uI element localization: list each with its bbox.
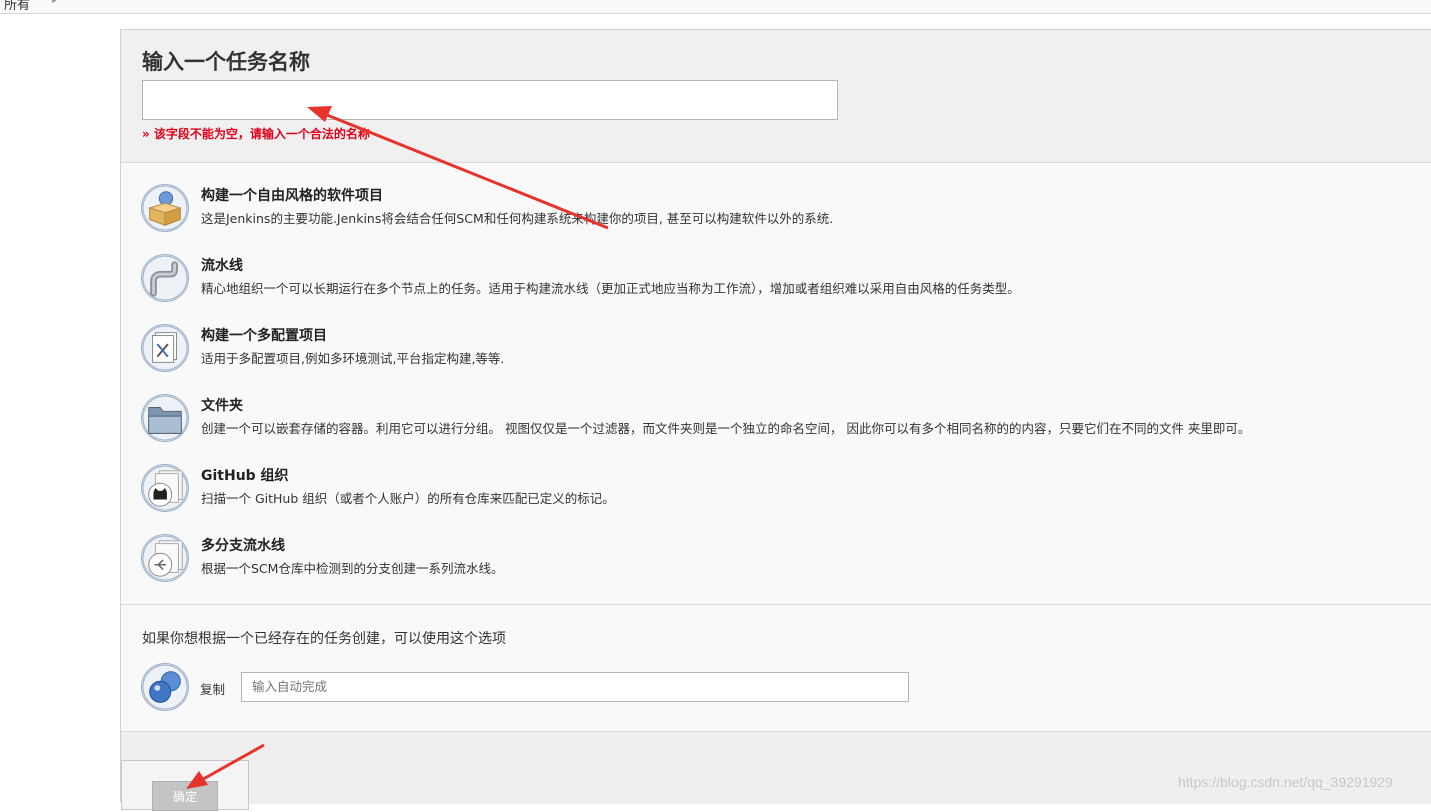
ok-button[interactable]: 确定	[152, 781, 218, 811]
type-description: 扫描一个 GitHub 组织（或者个人账户）的所有仓库来匹配已定义的标记。	[201, 491, 615, 506]
form-footer: 确定	[121, 731, 1431, 811]
type-description: 根据一个SCM仓库中检测到的分支创建一系列流水线。	[201, 561, 504, 576]
new-item-panel: 输入一个任务名称 » 该字段不能为空，请输入一个合法的名称 构建一个自由风格的软…	[120, 29, 1431, 811]
page-title: 输入一个任务名称	[142, 50, 310, 74]
top-breadcrumb-bar: 所有 ▸	[0, 0, 1431, 14]
multibranch-pipeline-icon	[141, 534, 189, 582]
type-name: 构建一个自由风格的软件项目	[201, 188, 383, 204]
github-org-icon	[141, 464, 189, 512]
type-github-organization[interactable]: GitHub 组织 扫描一个 GitHub 组织（或者个人账户）的所有仓库来匹配…	[141, 464, 1421, 524]
type-name: 文件夹	[201, 398, 243, 414]
copy-label: 复制	[200, 682, 226, 697]
type-description: 这是Jenkins的主要功能.Jenkins将会结合任何SCM和任何构建系统来构…	[201, 211, 834, 226]
type-description: 适用于多配置项目,例如多环境测试,平台指定构建,等等.	[201, 351, 505, 366]
item-name-section: 输入一个任务名称 » 该字段不能为空，请输入一个合法的名称	[121, 30, 1431, 163]
type-name: GitHub 组织	[201, 468, 289, 484]
type-description: 精心地组织一个可以长期运行在多个节点上的任务。适用于构建流水线（更加正式地应当称…	[201, 281, 1020, 296]
copy-from-input[interactable]	[241, 672, 909, 702]
type-pipeline[interactable]: 流水线 精心地组织一个可以长期运行在多个节点上的任务。适用于构建流水线（更加正式…	[141, 254, 1421, 314]
copy-icon	[141, 663, 189, 711]
item-type-list: 构建一个自由风格的软件项目 这是Jenkins的主要功能.Jenkins将会结合…	[121, 162, 1431, 604]
watermark: https://blog.csdn.net/qq_39291929	[1178, 774, 1393, 790]
copy-hint: 如果你想根据一个已经存在的任务创建，可以使用这个选项	[142, 631, 506, 647]
breadcrumb-separator-icon: ▸	[52, 0, 57, 6]
type-description: 创建一个可以嵌套存储的容器。利用它可以进行分组。 视图仅仅是一个过滤器，而文件夹…	[201, 421, 1251, 436]
item-name-input[interactable]	[142, 80, 838, 120]
multi-config-icon	[141, 324, 189, 372]
folder-icon	[141, 394, 189, 442]
copy-from-section: 如果你想根据一个已经存在的任务创建，可以使用这个选项 复制	[121, 604, 1431, 732]
ok-button-container: 确定	[121, 760, 249, 811]
type-folder[interactable]: 文件夹 创建一个可以嵌套存储的容器。利用它可以进行分组。 视图仅仅是一个过滤器，…	[141, 394, 1421, 454]
type-name: 流水线	[201, 258, 243, 274]
validation-error: » 该字段不能为空，请输入一个合法的名称	[142, 127, 370, 141]
type-multi-configuration[interactable]: 构建一个多配置项目 适用于多配置项目,例如多环境测试,平台指定构建,等等.	[141, 324, 1421, 384]
pipeline-icon	[141, 254, 189, 302]
type-name: 多分支流水线	[201, 538, 285, 554]
freestyle-project-icon	[141, 184, 189, 232]
type-freestyle-project[interactable]: 构建一个自由风格的软件项目 这是Jenkins的主要功能.Jenkins将会结合…	[141, 184, 1421, 244]
breadcrumb-item-all[interactable]: 所有	[4, 0, 30, 13]
type-name: 构建一个多配置项目	[201, 328, 327, 344]
type-multibranch-pipeline[interactable]: 多分支流水线 根据一个SCM仓库中检测到的分支创建一系列流水线。	[141, 534, 1421, 594]
